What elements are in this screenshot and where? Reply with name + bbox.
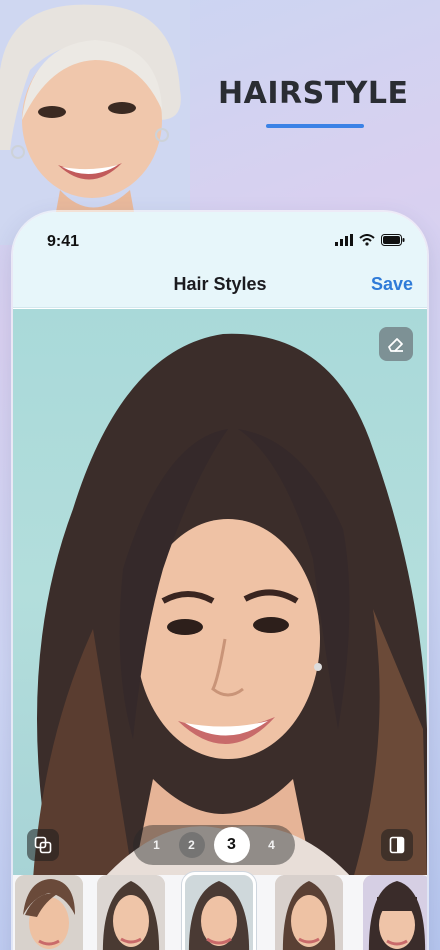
- split-compare-button[interactable]: [381, 829, 413, 861]
- hairstyle-thumbnail[interactable]: [15, 875, 83, 950]
- promo-portrait-image: [0, 0, 190, 245]
- promo-underline: [266, 124, 364, 128]
- hairstyle-preview: 1 2 3 4: [13, 309, 427, 879]
- save-button[interactable]: Save: [371, 274, 413, 295]
- thumbnail-image: [275, 875, 343, 950]
- hairstyle-thumbnails: [13, 872, 427, 950]
- hairstyle-thumbnail[interactable]: [363, 875, 427, 950]
- variant-3-button[interactable]: 3: [213, 827, 250, 863]
- signal-icon: [335, 234, 353, 246]
- wifi-icon: [359, 234, 375, 246]
- variant-2-button[interactable]: 2: [178, 832, 205, 858]
- page-title: Hair Styles: [173, 274, 267, 294]
- split-view-icon: [389, 836, 405, 854]
- battery-icon: [381, 234, 405, 246]
- hairstyle-thumbnail[interactable]: [97, 875, 165, 950]
- phone-mockup: 9:41 Hair Styles Save 1 2 3 4: [13, 212, 427, 950]
- variant-selector: 1 2 3 4: [133, 825, 295, 865]
- hairstyle-thumbnail[interactable]: [275, 875, 343, 950]
- thumbnail-image: [97, 875, 165, 950]
- promo-title: HAIRSTYLE: [218, 76, 409, 111]
- thumbnail-image: [363, 875, 427, 950]
- thumbnail-image: [15, 875, 83, 950]
- thumbnail-image: [185, 875, 253, 950]
- eraser-icon: [388, 338, 403, 352]
- status-bar: 9:41: [13, 212, 427, 268]
- layers-icon: [34, 836, 52, 854]
- variant-1-button[interactable]: 1: [144, 832, 170, 858]
- eraser-button[interactable]: [379, 327, 413, 361]
- hairstyle-thumbnail-selected[interactable]: [182, 872, 256, 950]
- preview-portrait-image: [33, 333, 427, 879]
- status-icons: [335, 234, 405, 246]
- variant-4-button[interactable]: 4: [259, 832, 285, 858]
- compare-layers-button[interactable]: [27, 829, 59, 861]
- nav-bar: Hair Styles Save: [13, 268, 427, 308]
- status-time: 9:41: [47, 233, 80, 250]
- preview-controls: 1 2 3 4: [13, 821, 427, 869]
